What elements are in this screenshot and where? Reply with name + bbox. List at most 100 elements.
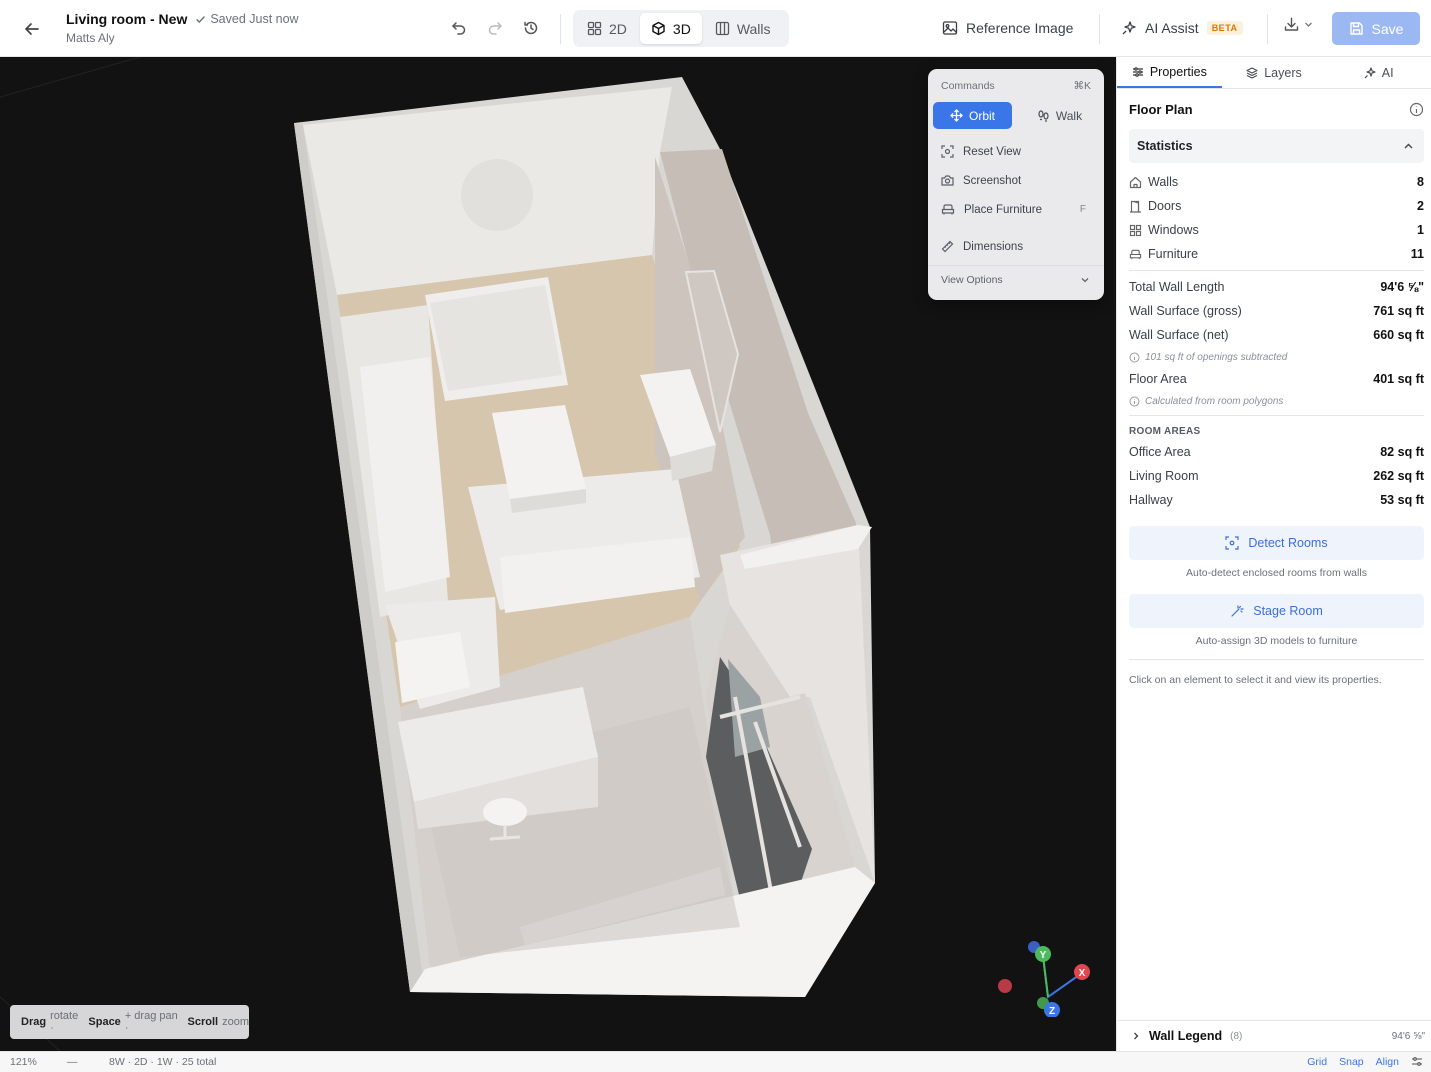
beta-badge: BETA [1206,21,1243,35]
reference-image-button[interactable]: Reference Image [942,14,1073,42]
zoom-out-button[interactable]: — [67,1056,78,1068]
orbit-mode-button[interactable]: Orbit [933,102,1012,129]
stage-room-label: Stage Room [1253,604,1323,618]
download-button[interactable] [1283,16,1313,33]
openings-note-text: 101 sq ft of openings subtracted [1145,351,1288,363]
openings-note: 101 sq ft of openings subtracted [1129,347,1424,367]
z-axis-label: Z [1049,1006,1055,1017]
commands-shortcut: ⌘K [1073,80,1091,92]
element-counts: 8W · 2D · 1W · 25 total [109,1056,217,1068]
cube-icon [652,21,665,36]
door-icon [1130,200,1141,213]
tab-ai[interactable]: AI [1326,57,1431,88]
history-controls [446,15,544,41]
save-button[interactable]: Save [1332,12,1420,45]
stat-walls: Walls 8 [1129,170,1424,194]
view-options-label: View Options [941,274,1003,286]
back-button[interactable] [18,16,46,42]
reset-view-label: Reset View [963,145,1021,158]
axis-gizmo[interactable]: Y X Z [990,937,1100,1017]
undo-button[interactable] [446,15,472,41]
home-icon [1129,176,1142,188]
statistics-title: Statistics [1137,139,1193,153]
redo-button[interactable] [482,15,508,41]
reset-view-icon [941,145,954,158]
divider [1129,270,1424,271]
detect-rooms-caption: Auto-detect enclosed rooms from walls [1186,567,1367,579]
dimensions-command[interactable]: Dimensions [928,232,1104,261]
chevron-down-icon [1305,22,1312,27]
tab-layers[interactable]: Layers [1222,57,1327,88]
y-axis-label: Y [1040,950,1047,961]
save-status-text: Saved Just now [210,12,299,26]
view-mode-switcher: 2D 3D Walls [573,10,789,47]
view-walls-label: Walls [736,20,771,37]
layers-icon [1246,66,1258,79]
scan-icon [1225,536,1239,550]
screenshot-command[interactable]: Screenshot [928,166,1104,195]
divider [560,14,561,44]
ai-assist-button[interactable]: AI Assist BETA [1121,14,1243,42]
tab-properties[interactable]: Properties [1117,57,1222,88]
floor-area-value: 401 sq ft [1373,372,1424,386]
stage-room-button[interactable]: Stage Room [1129,594,1424,628]
view-walls-tab[interactable]: Walls [704,13,782,44]
wall-legend-label: Wall Legend [1149,1029,1223,1043]
walls-icon [715,21,729,36]
select-element-hint: Click on an element to select it and vie… [1129,674,1382,686]
project-title[interactable]: Living room - New [66,11,187,27]
stat-furniture-value: 11 [1410,247,1424,261]
stage-room-caption: Auto-assign 3D models to furniture [1195,635,1358,647]
wall-surface-net-label: Wall Surface (net) [1129,328,1229,342]
hint-drag-key: Drag [21,1016,47,1028]
window-icon [1129,224,1142,236]
tab-properties-label: Properties [1149,64,1207,79]
divider [1267,14,1268,44]
project-info: Living room - New Saved Just now Matts A… [66,11,299,45]
wall-surface-gross-value: 761 sq ft [1373,304,1424,318]
view-2d-label: 2D [609,20,627,37]
wall-legend-toggle[interactable]: Wall Legend (8) 94'6 ⅝" [1117,1020,1431,1051]
magic-wand-icon [1231,605,1244,617]
snap-toggle[interactable]: Snap [1339,1056,1364,1068]
commands-title: Commands [941,80,995,92]
view-options-toggle[interactable]: View Options [928,265,1104,286]
statistics-section-toggle[interactable]: Statistics [1129,129,1424,163]
x-axis-label: X [1079,968,1086,979]
info-icon[interactable] [1409,102,1424,117]
stat-wall-surface-net: Wall Surface (net) 660 sq ft [1129,323,1424,347]
save-label: Save [1371,20,1404,37]
hint-space-key: Space [88,1016,121,1028]
align-toggle[interactable]: Align [1376,1056,1399,1068]
walk-label: Walk [1055,108,1083,123]
zoom-level[interactable]: 121% [10,1056,37,1068]
room-hallway[interactable]: Hallway 53 sq ft [1129,488,1424,512]
detect-rooms-button[interactable]: Detect Rooms [1129,526,1424,560]
place-furniture-shortcut: F [1079,204,1086,215]
total-wall-length-label: Total Wall Length [1129,280,1225,294]
hint-scroll-action: zoom [222,1016,249,1028]
panel-tabs: Properties Layers AI [1117,57,1431,89]
info-icon [1129,352,1140,362]
view-3d-tab[interactable]: 3D [639,13,702,44]
navigation-hint: Drag rotate · Space + drag pan · Scroll … [10,1005,249,1039]
footprints-icon [1038,110,1049,122]
room-living-label: Living Room [1129,469,1199,483]
dimensions-label: Dimensions [963,240,1024,253]
place-furniture-command[interactable]: Place Furniture F [928,195,1104,224]
stat-total-wall-length: Total Wall Length 94'6 ⅝" [1129,275,1424,299]
screenshot-label: Screenshot [963,174,1022,187]
history-button[interactable] [518,15,544,41]
stat-wall-surface-gross: Wall Surface (gross) 761 sq ft [1129,299,1424,323]
settings-sliders-icon[interactable] [1411,1056,1423,1068]
3d-viewport[interactable]: Commands ⌘K Orbit Walk Reset View Screen… [0,57,1116,1051]
divider [1129,659,1424,660]
room-areas-heading: ROOM AREAS [1129,425,1201,437]
reset-view-command[interactable]: Reset View [928,137,1104,166]
walk-mode-button[interactable]: Walk [1020,102,1099,129]
grid-toggle[interactable]: Grid [1307,1056,1327,1068]
view-2d-tab[interactable]: 2D [576,13,638,44]
chevron-up-icon [1404,143,1413,148]
room-living-room[interactable]: Living Room 262 sq ft [1129,464,1424,488]
room-office-area[interactable]: Office Area 82 sq ft [1129,440,1424,464]
